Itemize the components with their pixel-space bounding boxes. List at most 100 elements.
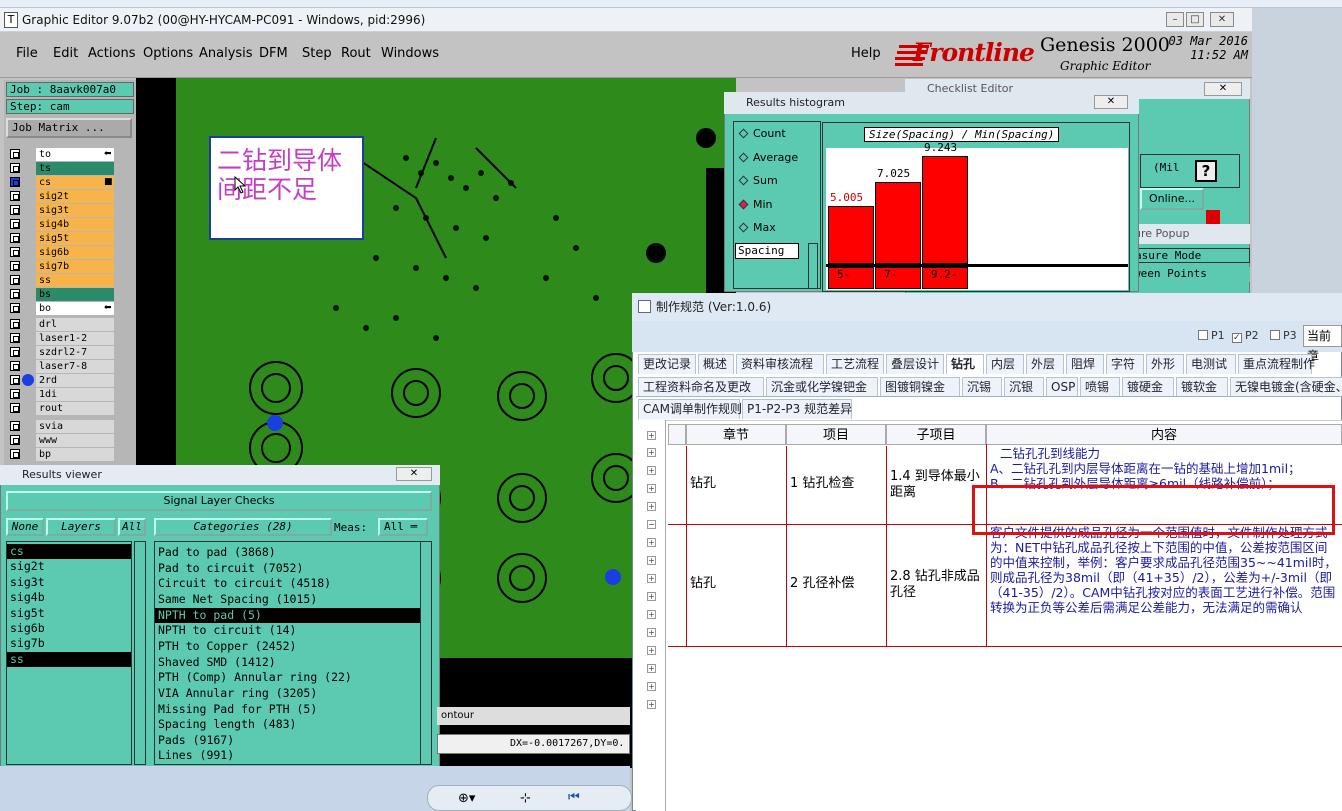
layer-row[interactable]: szdrl2-7 bbox=[8, 346, 136, 359]
category-list-item[interactable]: NPTH to circuit (14) bbox=[155, 623, 425, 638]
expand-icon[interactable]: + bbox=[647, 538, 656, 547]
spec-titlebar[interactable]: 制作规范 (Ver:1.0.6) bbox=[632, 293, 1342, 321]
previous-icon[interactable]: ⏮ bbox=[568, 790, 580, 805]
category-list-item[interactable]: Pad to circuit (7052) bbox=[155, 561, 425, 576]
layer-checkbox[interactable] bbox=[10, 303, 20, 313]
results-viewer-titlebar[interactable]: Results viewer bbox=[0, 465, 440, 485]
expand-icon[interactable]: + bbox=[647, 448, 656, 457]
between-points-option[interactable]: ween Points bbox=[1130, 267, 1250, 282]
tab-tabs_row1-12[interactable]: 重点流程制作 bbox=[1238, 354, 1315, 374]
expand-icon[interactable]: + bbox=[647, 556, 656, 565]
tab-tabs_row2-7[interactable]: 镀硬金 bbox=[1122, 377, 1174, 397]
menu-options[interactable]: Options bbox=[143, 46, 193, 61]
layer-checkbox[interactable] bbox=[10, 149, 20, 159]
category-list-item[interactable]: Pad to pad (3868) bbox=[155, 545, 425, 560]
layer-name[interactable]: sig2t bbox=[36, 190, 114, 203]
layer-row[interactable]: www bbox=[8, 434, 136, 447]
layer-checkbox[interactable] bbox=[10, 375, 20, 385]
layer-checkbox[interactable] bbox=[10, 163, 20, 173]
layer-row[interactable]: to ⬅ bbox=[8, 148, 136, 161]
category-list-item[interactable]: NPTH to pad (5) bbox=[155, 607, 425, 623]
tab-tabs_row2-5[interactable]: OSP bbox=[1046, 377, 1078, 397]
menu-rout[interactable]: Rout bbox=[341, 46, 371, 61]
tab-tabs_row2-6[interactable]: 喷锡 bbox=[1080, 377, 1120, 397]
layer-list-item[interactable]: sig7b bbox=[7, 636, 131, 651]
menu-analysis[interactable]: Analysis bbox=[199, 46, 253, 61]
tab-tabs_row1-3[interactable]: 工艺流程 bbox=[826, 354, 884, 374]
checkbox-p3[interactable]: P3 bbox=[1270, 329, 1297, 342]
layer-checkbox[interactable] bbox=[10, 403, 20, 413]
layer-checkbox[interactable] bbox=[10, 361, 20, 371]
histogram-close-icon[interactable]: ✕ bbox=[1094, 95, 1128, 109]
tab-tabs_row2-9[interactable]: 无镍电镀金(含硬金、软 bbox=[1230, 377, 1342, 397]
layer-row[interactable]: bp bbox=[8, 448, 136, 461]
tab-tabs_row1-1[interactable]: 概述 bbox=[698, 354, 734, 374]
histogram-option-max[interactable]: Max bbox=[738, 221, 776, 234]
expand-icon[interactable]: + bbox=[647, 592, 656, 601]
layer-row[interactable]: svia bbox=[8, 420, 136, 433]
layer-row[interactable]: bs bbox=[8, 288, 136, 301]
tab-tabs_row1-2[interactable]: 资料审核流程 bbox=[736, 354, 824, 374]
expand-icon[interactable]: + bbox=[647, 431, 656, 440]
layer-list-item[interactable]: sig6b bbox=[7, 621, 131, 636]
meas-dropdown[interactable]: All ═ bbox=[378, 518, 428, 536]
zoom-icon[interactable]: ⊕▾ bbox=[458, 791, 475, 806]
tab-tabs_row2-1[interactable]: 沉金或化学镍钯金 bbox=[766, 377, 878, 397]
layers-button[interactable]: Layers bbox=[46, 518, 116, 536]
layer-checkbox[interactable] bbox=[10, 389, 20, 399]
layer-name[interactable]: bo bbox=[36, 302, 114, 315]
all-button[interactable]: All bbox=[118, 518, 146, 536]
category-list-item[interactable]: PTH (Comp) Annular ring (22) bbox=[155, 670, 425, 685]
layer-name[interactable]: laser1-2 bbox=[36, 332, 114, 345]
layer-checkbox[interactable] bbox=[10, 275, 20, 285]
expand-icon[interactable]: + bbox=[647, 466, 656, 475]
tab-tabs_row1-0[interactable]: 更改记录 bbox=[638, 354, 696, 374]
close-icon[interactable]: ✕ bbox=[1210, 12, 1234, 27]
tab-tabs_row1-9[interactable]: 字符 bbox=[1106, 354, 1144, 374]
layer-row[interactable]: sig2t bbox=[8, 190, 136, 203]
layer-checkbox[interactable] bbox=[10, 247, 20, 257]
layer-name[interactable]: bp bbox=[36, 448, 114, 461]
tab-tabs_row1-11[interactable]: 电测试 bbox=[1186, 354, 1236, 374]
menu-step[interactable]: Step bbox=[302, 46, 332, 61]
histogram-scrollbar[interactable] bbox=[808, 243, 818, 289]
layer-checkbox[interactable] bbox=[10, 177, 20, 187]
layer-list-scrollbar[interactable] bbox=[134, 541, 146, 765]
layer-name[interactable]: 1di bbox=[36, 388, 114, 401]
current-chapter-button[interactable]: 当前章 bbox=[1303, 325, 1342, 363]
histogram-option-average[interactable]: Average bbox=[738, 151, 798, 164]
layer-row[interactable]: 2rd bbox=[8, 374, 136, 387]
layer-list-item[interactable]: cs bbox=[7, 544, 131, 559]
online-button[interactable]: Online... bbox=[1140, 188, 1204, 210]
category-list-item[interactable]: Pads (9167) bbox=[155, 733, 425, 748]
checkbox-box[interactable] bbox=[1198, 330, 1208, 340]
layer-name[interactable]: 2rd bbox=[36, 374, 114, 387]
layer-list-item[interactable]: sig4b bbox=[7, 590, 131, 605]
layer-checkbox[interactable] bbox=[10, 347, 20, 357]
menu-dfm[interactable]: DFM bbox=[259, 46, 288, 61]
category-list-item[interactable]: Circuit to circuit (4518) bbox=[155, 576, 425, 591]
layer-checkbox[interactable] bbox=[10, 319, 20, 329]
layer-list-item[interactable]: sig5t bbox=[7, 606, 131, 621]
tab-tabs_row1-4[interactable]: 叠层设计 bbox=[886, 354, 944, 374]
tab-tabs_row1-8[interactable]: 阻焊 bbox=[1066, 354, 1104, 374]
checklist-close-icon[interactable]: ✕ bbox=[1204, 82, 1242, 96]
layer-name[interactable]: www bbox=[36, 434, 114, 447]
expand-icon[interactable]: + bbox=[647, 664, 656, 673]
tab-tabs_row2-4[interactable]: 沉银 bbox=[1004, 377, 1044, 397]
spacing-selector[interactable]: Spacing bbox=[735, 243, 799, 259]
window-titlebar[interactable]: Graphic Editor 9.07b2 (00@HY-HYCAM-PC091… bbox=[0, 8, 1252, 32]
layer-checkbox[interactable] bbox=[10, 289, 20, 299]
layer-name[interactable]: sig7b bbox=[36, 260, 114, 273]
maximize-icon[interactable]: □ bbox=[1186, 12, 1204, 27]
category-list-item[interactable]: VIA Annular ring (3205) bbox=[155, 686, 425, 701]
column-header[interactable]: 子项目 bbox=[886, 424, 986, 445]
menu-actions[interactable]: Actions bbox=[88, 46, 136, 61]
fit-icon[interactable]: ⊹ bbox=[520, 791, 531, 806]
tab-tabs_row2-0[interactable]: 工程资料命名及更改 bbox=[638, 377, 764, 397]
layer-name[interactable]: szdrl2-7 bbox=[36, 346, 114, 359]
histogram-option-count[interactable]: Count bbox=[738, 127, 786, 140]
layer-row[interactable]: sig4b bbox=[8, 218, 136, 231]
layer-checkbox[interactable] bbox=[10, 233, 20, 243]
layer-name[interactable]: sig5t bbox=[36, 232, 114, 245]
